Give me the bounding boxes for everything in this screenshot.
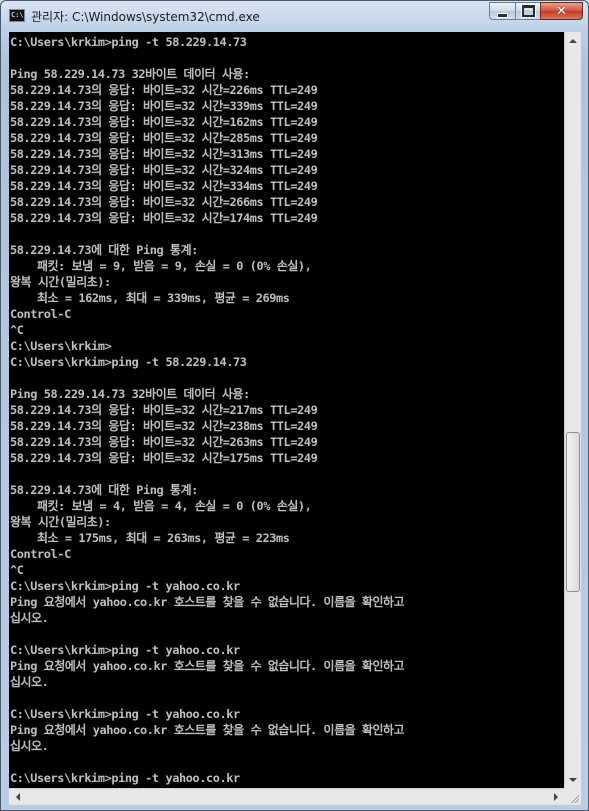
console-line: 58.229.14.73의 응답: 바이트=32 시간=174ms TTL=24… [10, 211, 318, 225]
close-button[interactable]: ✕ [540, 2, 583, 20]
scroll-left-button[interactable] [9, 789, 26, 805]
console-line: Ping 58.229.14.73 32바이트 데이터 사용: [10, 67, 250, 81]
console-line: 최소 = 175ms, 최대 = 263ms, 평균 = 223ms [10, 531, 290, 545]
console-line: 패킷: 보냄 = 4, 받음 = 4, 손실 = 0 (0% 손실), [10, 499, 312, 513]
caption-buttons: ✕ [489, 2, 583, 21]
scrollbar-corner [564, 788, 581, 805]
console-line: 58.229.14.73의 응답: 바이트=32 시간=226ms TTL=24… [10, 83, 318, 97]
console-line: C:\Users\krkim>ping -t yahoo.co.kr [10, 643, 240, 657]
console-output[interactable]: C:\Users\krkim>ping -t 58.229.14.73 Ping… [9, 32, 564, 788]
console-line: ^C [10, 563, 24, 577]
console-line: 왕복 시간(밀리초): [10, 275, 111, 289]
console-line: Ping 58.229.14.73 32바이트 데이터 사용: [10, 387, 250, 401]
console-line: 58.229.14.73의 응답: 바이트=32 시간=175ms TTL=24… [10, 451, 318, 465]
console-line: 십시오. [10, 611, 49, 625]
vertical-scroll-thumb[interactable] [566, 432, 580, 592]
console-line: 58.229.14.73의 응답: 바이트=32 시간=266ms TTL=24… [10, 195, 318, 209]
console-line: 58.229.14.73의 응답: 바이트=32 시간=263ms TTL=24… [10, 435, 318, 449]
minimize-button[interactable] [489, 2, 515, 20]
console-line: 58.229.14.73의 응답: 바이트=32 시간=217ms TTL=24… [10, 403, 318, 417]
window-title: 관리자: C:\Windows\system32\cmd.exe [31, 10, 260, 24]
console-line: 58.229.14.73의 응답: 바이트=32 시간=313ms TTL=24… [10, 147, 318, 161]
title-bar[interactable]: C:\ 관리자: C:\Windows\system32\cmd.exe ✕ [1, 1, 588, 31]
console-text: C:\Users\krkim>ping -t 58.229.14.73 Ping… [9, 32, 564, 786]
scroll-down-button[interactable] [565, 771, 581, 788]
console-line: C:\Users\krkim> [10, 339, 112, 353]
horizontal-scrollbar[interactable] [9, 788, 564, 805]
maximize-icon [521, 5, 535, 17]
scroll-up-button[interactable] [565, 32, 581, 49]
console-line: C:\Users\krkim>ping -t yahoo.co.kr [10, 771, 240, 785]
console-line: Ping 요청에서 yahoo.co.kr 호스트를 찾을 수 없습니다. 이름… [10, 723, 405, 737]
console-line: 58.229.14.73의 응답: 바이트=32 시간=285ms TTL=24… [10, 131, 318, 145]
console-line: C:\Users\krkim>ping -t 58.229.14.73 [10, 35, 247, 49]
console-line: C:\Users\krkim>ping -t 58.229.14.73 [10, 355, 247, 369]
resize-grip-icon[interactable] [570, 794, 579, 803]
console-line: 최소 = 162ms, 최대 = 339ms, 평균 = 269ms [10, 291, 290, 305]
console-line: 58.229.14.73의 응답: 바이트=32 시간=324ms TTL=24… [10, 163, 318, 177]
console-line: C:\Users\krkim>ping -t yahoo.co.kr [10, 579, 240, 593]
minimize-icon [497, 12, 508, 18]
console-line: 58.229.14.73의 응답: 바이트=32 시간=339ms TTL=24… [10, 99, 318, 113]
vertical-scrollbar[interactable] [564, 32, 581, 788]
console-line: 58.229.14.73에 대한 Ping 통계: [10, 243, 198, 257]
console-line: 왕복 시간(밀리초): [10, 515, 111, 529]
cmd-app-icon[interactable]: C:\ [9, 9, 25, 22]
console-line: ^C [10, 323, 24, 337]
console-line: 십시오. [10, 675, 49, 689]
console-line: 58.229.14.73에 대한 Ping 통계: [10, 483, 198, 497]
console-line: Ping 요청에서 yahoo.co.kr 호스트를 찾을 수 없습니다. 이름… [10, 595, 405, 609]
close-icon: ✕ [556, 3, 567, 19]
console-line: 58.229.14.73의 응답: 바이트=32 시간=238ms TTL=24… [10, 419, 318, 433]
scroll-right-button[interactable] [547, 789, 564, 805]
console-line: Control-C [10, 307, 71, 321]
console-line: 패킷: 보냄 = 9, 받음 = 9, 손실 = 0 (0% 손실), [10, 259, 312, 273]
console-line: 십시오. [10, 739, 49, 753]
arrow-down-icon [569, 777, 577, 782]
console-line: C:\Users\krkim>ping -t yahoo.co.kr [10, 707, 240, 721]
console-line: Control-C [10, 547, 71, 561]
arrow-left-icon [15, 793, 20, 801]
arrow-right-icon [553, 793, 558, 801]
maximize-button[interactable] [515, 2, 540, 20]
console-line: 58.229.14.73의 응답: 바이트=32 시간=334ms TTL=24… [10, 179, 318, 193]
cmd-window: C:\ 관리자: C:\Windows\system32\cmd.exe ✕ C… [0, 0, 589, 811]
arrow-up-icon [569, 38, 577, 43]
console-line: 58.229.14.73의 응답: 바이트=32 시간=162ms TTL=24… [10, 115, 318, 129]
console-line: Ping 요청에서 yahoo.co.kr 호스트를 찾을 수 없습니다. 이름… [10, 659, 405, 673]
